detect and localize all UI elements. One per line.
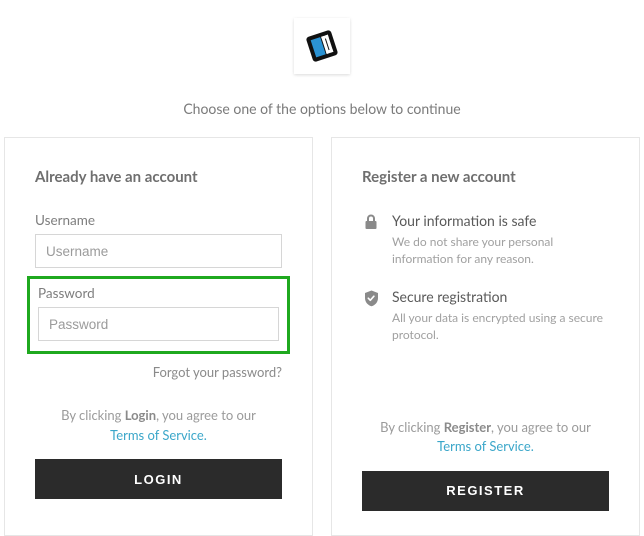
login-button[interactable]: LOGIN xyxy=(35,459,282,499)
info-secure: Secure registration All your data is enc… xyxy=(362,288,609,344)
info-secure-body: All your data is encrypted using a secur… xyxy=(392,309,609,344)
info-secure-title: Secure registration xyxy=(392,288,609,305)
register-agree-text: By clicking Register, you agree to our T… xyxy=(362,418,609,457)
password-input[interactable] xyxy=(38,307,279,341)
info-safe-body: We do not share your personal informatio… xyxy=(392,233,609,268)
info-safe: Your information is safe We do not share… xyxy=(362,212,609,268)
login-agree-text: By clicking Login, you agree to our Term… xyxy=(35,406,282,445)
panels-row: Already have an account Username Passwor… xyxy=(0,137,644,536)
login-heading: Already have an account xyxy=(35,168,282,186)
register-agree-strong: Register xyxy=(444,419,491,435)
spacer xyxy=(362,364,609,418)
logo-container xyxy=(0,0,644,74)
login-agree-pre: By clicking xyxy=(61,407,125,423)
register-tos-link[interactable]: Terms of Service. xyxy=(437,438,534,454)
password-label: Password xyxy=(38,285,279,301)
register-heading: Register a new account xyxy=(362,168,609,186)
register-agree-pre: By clicking xyxy=(380,419,444,435)
lock-icon xyxy=(362,212,380,268)
register-panel: Register a new account Your information … xyxy=(331,137,640,536)
info-secure-text: Secure registration All your data is enc… xyxy=(392,288,609,344)
register-agree-post: , you agree to our xyxy=(491,419,591,435)
password-group: Password xyxy=(38,285,279,341)
logo-icon xyxy=(303,27,341,65)
password-highlight: Password xyxy=(27,276,290,354)
forgot-password-link[interactable]: Forgot your password? xyxy=(35,364,282,380)
logo xyxy=(294,18,350,74)
login-tos-link[interactable]: Terms of Service. xyxy=(110,427,207,443)
shield-check-icon xyxy=(362,288,380,344)
info-safe-title: Your information is safe xyxy=(392,212,609,229)
tagline: Choose one of the options below to conti… xyxy=(0,100,644,117)
username-group: Username xyxy=(35,212,282,268)
login-agree-strong: Login xyxy=(125,407,156,423)
login-agree-post: , you agree to our xyxy=(156,407,256,423)
username-input[interactable] xyxy=(35,234,282,268)
login-panel: Already have an account Username Passwor… xyxy=(4,137,313,536)
register-button[interactable]: REGISTER xyxy=(362,471,609,511)
username-label: Username xyxy=(35,212,282,228)
info-safe-text: Your information is safe We do not share… xyxy=(392,212,609,268)
